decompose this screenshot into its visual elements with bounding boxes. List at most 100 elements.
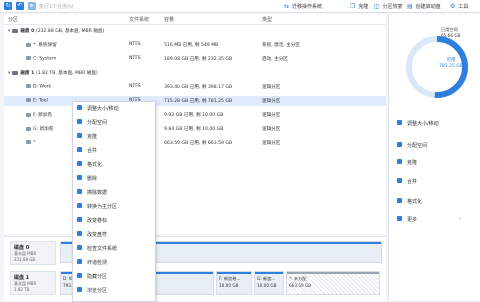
migrate-os-button[interactable]: ⇆ 迁移操作系统 [284,2,322,10]
menu-item-label: 删除 [87,176,98,182]
disk-map-segment-f[interactable]: F: 新加卷... 10.00 GB [216,271,252,295]
table-row[interactable]: F: 新加卷 NTFS 9.92 GB 已用, 剩 10.00 GB 逻辑分区 [4,110,386,120]
free-value: 781.25 GB [439,64,463,69]
surface-test-icon [77,259,82,264]
table-row[interactable]: *: 系统保留 NTFS 516 MB 已用, 剩 549 MB 系统, 激活,… [4,40,386,50]
recover-partition-icon: ◫ [374,2,380,10]
recover-partition-button[interactable]: ◫ 分区恢复 [374,2,403,10]
menu-item-check-filesystem[interactable]: 检查文件系统 [73,242,155,254]
menu-item-delete[interactable]: 删除 [73,172,155,184]
menu-item-surface-test[interactable]: 坏道检测 [73,256,155,268]
partition-capacity: 715.28 GB 已用, 剩 781.25 GB [164,99,233,104]
tools-button[interactable]: ⚙ 工具 [450,2,468,10]
op-more-button[interactable]: 更多 › [395,214,477,224]
op-merge-button[interactable]: 合并 [395,176,477,186]
partition-name: G: 新加卷 [26,126,53,132]
disk-map-tile-0[interactable]: 磁盘 0 基本盘 MBR 232.88 GB [10,241,56,265]
table-row[interactable]: G: 新加卷 NTFS 9.84 GB 已用, 剩 10.00 GB 逻辑分区 [4,124,386,134]
collapse-icon[interactable]: ▾ [8,29,10,34]
disk-map-size: 1.82 TB [14,287,30,292]
menu-item-label: 擦除数据 [87,190,108,196]
refresh-button[interactable]: ↻ [4,2,12,10]
op-label: 调整大小/移动 [407,121,439,127]
menu-item-merge[interactable]: 合并 [73,144,155,156]
column-header-filesystem[interactable]: 文件系统 [129,16,149,23]
menu-item-resize[interactable]: 调整大小/移动 [73,102,155,114]
clone-label: 克隆 [358,3,369,10]
partition-icon [26,140,31,144]
table-row[interactable]: D: Work NTFS 393.40 GB 已用, 剩 398.17 GB 逻… [4,82,386,92]
execute-label: 执行1个任务(s) [39,3,74,10]
column-header-partition[interactable]: 分区 [8,16,18,23]
unallocated-bar [287,272,379,274]
partition-type: 逻辑分区 [262,127,281,132]
column-header-capacity[interactable]: 容量 [164,16,174,23]
tools-icon: ⚙ [450,2,456,10]
table-row[interactable]: * 663.59 GB 已用, 剩 663.59 GB 逻辑分区 [4,138,386,148]
menu-item-label: 隐藏分区 [87,274,108,280]
partition-type: 系统, 激活, 主分区 [262,43,300,48]
partition-type: 逻辑分区 [262,113,281,118]
disk-name: ▾ 磁盘 0 (232.88 GB, 基本盘, MBR 磁盘) [8,28,104,34]
menu-item-wipe[interactable]: 擦除数据 [73,186,155,198]
delete-icon [77,175,82,180]
label-icon [77,217,82,222]
partition-filesystem: NTFS [129,42,141,47]
disk-map-segment-g[interactable]: G: 新加... 10.00 GB [254,271,284,295]
menu-item-hide[interactable]: 隐藏分区 [73,270,155,282]
partition-icon [26,98,31,102]
menu-item-label: 检查文件系统 [87,246,118,252]
partition-capacity: 189.08 GB 已用, 剩 232.35 GB [164,57,233,62]
menu-item-change-drive-letter[interactable]: 改变盘符 [73,228,155,240]
op-allocate-button[interactable]: 分配空间 [395,140,477,150]
menu-item-label: 合并 [87,148,98,154]
bootable-media-button[interactable]: ▤ 创建启动盘 [407,2,441,10]
table-row-disk-1[interactable]: ▾ 磁盘 1 (1.82 TB, 基本盘, MBR 磁盘) [4,68,386,78]
column-header-type[interactable]: 类型 [262,16,272,23]
partition-name: D: Work [26,84,51,90]
collapse-icon[interactable]: ▾ [8,71,10,76]
partition-icon [26,112,31,117]
partition-capacity: 9.92 GB 已用, 剩 10.00 GB [164,113,224,118]
partition-icon [26,42,31,47]
undo-button[interactable]: ↶ [16,2,24,10]
menu-item-explore[interactable]: 浏览分区 [73,284,155,296]
partition-name: E: Tool [26,98,48,104]
disk-map-tile-1[interactable]: 磁盘 1 基本盘 MBR 1.82 TB [10,271,56,295]
bootable-media-icon: ▤ [407,2,413,10]
table-row-selected[interactable]: E: Tool NTFS 715.28 GB 已用, 剩 781.25 GB 逻… [4,96,386,106]
toolbar: ↻ ↶ ▸ 执行1个任务(s) ⇆ 迁移操作系统 ❐ 克隆 ◫ 分区恢复 ▤ 创… [0,0,480,13]
check-icon [77,245,82,250]
menu-item-label: 分配空间 [87,120,108,126]
bootable-media-label: 创建启动盘 [415,3,441,10]
format-icon [77,161,82,166]
op-format-button[interactable]: 格式化 [395,196,477,206]
execute-button[interactable]: ▸ 执行1个任务(s) [28,2,74,10]
menu-item-clone[interactable]: 克隆 [73,130,155,142]
table-row-disk-0[interactable]: ▾ 磁盘 0 (232.88 GB, 基本盘, MBR 磁盘) [4,26,386,36]
disk-detail: (1.82 TB, 基本盘, MBR 磁盘) [35,71,98,76]
table-row[interactable]: C: System NTFS 189.08 GB 已用, 剩 232.35 GB… [4,54,386,64]
menu-item-convert[interactable]: 转换为主分区 [73,200,155,212]
menu-item-change-label[interactable]: 改变卷标 [73,214,155,226]
disk-map-segment-unallocated[interactable]: *: 未分配 663.59 GB [286,271,380,295]
partition-name: *: 系统保留 [26,42,57,48]
segment-name: *: 未分配 [289,276,307,281]
clone-button[interactable]: ❐ 克隆 [350,2,368,10]
op-resize-button[interactable]: 调整大小/移动 [395,118,477,128]
partition-label: D: Work [33,84,52,90]
op-clone-button[interactable]: 克隆 [395,157,477,167]
more-icon [397,216,402,221]
allocate-icon [77,119,82,124]
table-header: 分区 文件系统 容量 类型 [4,14,386,25]
menu-item-allocate[interactable]: 分配空间 [73,116,155,128]
partition-filesystem: NTFS [129,56,141,61]
partition-label: F: 新加卷 [33,113,53,118]
wipe-icon [77,189,82,194]
disk-map-size: 232.88 GB [14,257,36,262]
segment-name: F: 新加卷... [219,276,241,281]
menu-item-label: 克隆 [87,134,98,140]
menu-item-format[interactable]: 格式化 [73,158,155,170]
partition-capacity: 663.59 GB 已用, 剩 663.59 GB [164,141,233,146]
menu-item-label: 调整大小/移动 [87,106,119,112]
